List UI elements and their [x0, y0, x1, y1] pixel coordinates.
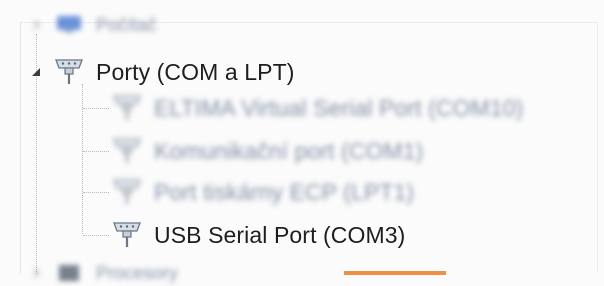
tree-item-port[interactable]: Komunikační port (COM1): [110, 135, 423, 167]
port-connector-icon: [110, 93, 144, 123]
tree-item-label: Počítač: [96, 14, 157, 35]
tree-item-label: Komunikační port (COM1): [154, 137, 424, 164]
tree-guide-branch-1: [83, 108, 109, 109]
computer-icon: [52, 10, 86, 40]
tree-item-processors[interactable]: Procesory: [30, 258, 178, 286]
expand-arrow-icon[interactable]: [30, 267, 42, 279]
collapse-arrow-icon[interactable]: [30, 66, 42, 78]
processor-icon: [52, 258, 86, 286]
tree-item-label: ELTIMA Virtual Serial Port (COM10): [154, 94, 524, 121]
accent-underline: [344, 271, 446, 275]
tree-item-label: Port tiskárny ECP (LPT1): [154, 178, 415, 205]
tree-item-port[interactable]: Port tiskárny ECP (LPT1): [110, 176, 414, 208]
port-connector-icon: [52, 57, 86, 87]
tree-guide-branch-4: [83, 235, 109, 236]
tree-item-ports-category[interactable]: Porty (COM a LPT): [30, 56, 295, 88]
device-manager-tree-view: Počítač Porty (COM a LPT) ELTIMA Virtual…: [0, 0, 604, 286]
tree-guide-branch-3: [83, 192, 109, 193]
port-connector-icon: [110, 177, 144, 207]
tree-item-computer[interactable]: Počítač: [30, 10, 157, 40]
tree-item-label: Procesory: [96, 262, 178, 283]
tree-item-label: Porty (COM a LPT): [96, 58, 295, 85]
tree-item-usb-serial-port[interactable]: USB Serial Port (COM3): [110, 219, 405, 251]
tree-guide-line-ports: [82, 84, 83, 234]
port-connector-icon: [110, 220, 144, 250]
expand-arrow-icon[interactable]: [30, 19, 42, 31]
port-connector-icon: [110, 136, 144, 166]
tree-guide-branch-2: [83, 151, 109, 152]
tree-item-label: USB Serial Port (COM3): [154, 221, 406, 248]
tree-item-port[interactable]: ELTIMA Virtual Serial Port (COM10): [110, 92, 523, 124]
